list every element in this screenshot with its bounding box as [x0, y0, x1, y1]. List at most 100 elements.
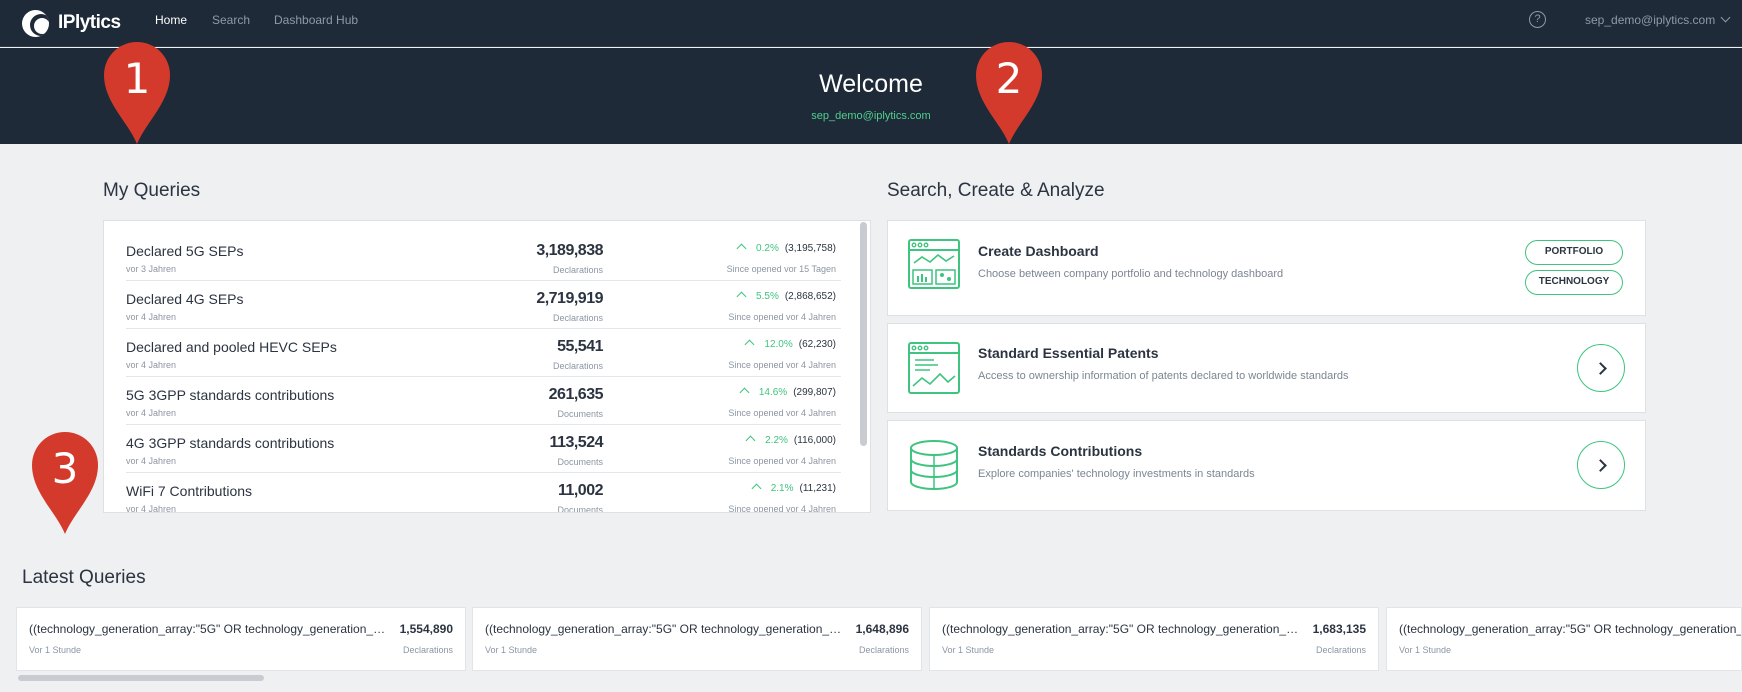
- latest-query-age: Vor 1 Stunde: [942, 645, 995, 655]
- standards-contributions-title: Standards Contributions: [978, 443, 1143, 459]
- query-trend: 0.2% (3,195,758): [736, 243, 836, 254]
- create-dashboard-title: Create Dashboard: [978, 243, 1099, 259]
- trend-percent: 5.5%: [756, 291, 779, 302]
- query-count: 261,635: [548, 386, 604, 403]
- latest-query-text: ((technology_generation_array:"5G" OR te…: [1399, 622, 1741, 636]
- nav-search[interactable]: Search: [212, 13, 250, 27]
- analyze-title: Search, Create & Analyze: [887, 180, 1105, 201]
- query-row[interactable]: WiFi 7 Contributions vor 4 Jahren 11,002…: [126, 473, 841, 513]
- latest-query-text: ((technology_generation_array:"5G" OR te…: [29, 622, 389, 636]
- marker-pin-2: 2: [974, 40, 1044, 146]
- my-queries-list: Declared 5G SEPs vor 3 Jahren 3,189,838 …: [103, 220, 871, 513]
- previous-count: (3,195,758): [784, 243, 836, 254]
- logo-mark-icon: [22, 9, 49, 37]
- standards-contributions-desc: Explore companies' technology investment…: [978, 468, 1255, 480]
- latest-query-card[interactable]: ((technology_generation_array:"5G" OR te…: [1386, 607, 1742, 671]
- query-age: vor 4 Jahren: [126, 456, 177, 466]
- brand-name: IPlytics: [58, 12, 121, 33]
- query-unit: Declarations: [552, 313, 603, 323]
- database-icon: [910, 440, 958, 490]
- portfolio-button[interactable]: PORTFOLIO: [1525, 240, 1623, 265]
- nav-dashboard-hub[interactable]: Dashboard Hub: [274, 13, 358, 27]
- query-since: Since opened vor 4 Jahren: [728, 504, 836, 513]
- previous-count: (11,231): [799, 483, 836, 494]
- query-unit: Documents: [557, 457, 603, 467]
- latest-query-age: Vor 1 Stunde: [29, 645, 82, 655]
- trend-up-icon: [739, 387, 750, 398]
- latest-query-card[interactable]: ((technology_generation_array:"5G" OR te…: [929, 607, 1379, 671]
- top-navigation: IPlytics Home Search Dashboard Hub ? sep…: [0, 0, 1742, 47]
- previous-count: (62,230): [798, 339, 836, 350]
- query-count: 2,719,919: [536, 290, 603, 307]
- query-name: 5G 3GPP standards contributions: [126, 387, 335, 403]
- sep-open-button[interactable]: [1577, 344, 1625, 392]
- latest-query-unit: Declarations: [858, 645, 909, 655]
- trend-percent: 0.2%: [756, 243, 779, 254]
- trend-percent: 12.0%: [764, 339, 793, 350]
- query-trend: 14.6% (299,807): [739, 387, 836, 398]
- marker-number: 3: [51, 444, 79, 493]
- dashboard-icon: [908, 239, 960, 289]
- latest-query-unit: Declarations: [1315, 645, 1366, 655]
- standards-contributions-card[interactable]: Standards Contributions Explore companie…: [887, 420, 1646, 511]
- latest-query-age: Vor 1 Stunde: [485, 645, 538, 655]
- latest-query-age: Vor 1 Stunde: [1399, 645, 1452, 655]
- query-count: 113,524: [549, 434, 604, 451]
- query-trend: 5.5% (2,868,652): [736, 291, 836, 302]
- marker-number: 1: [123, 54, 151, 103]
- latest-query-count: 1,683,135: [1312, 622, 1366, 636]
- query-since: Since opened vor 15 Tagen: [726, 264, 836, 274]
- query-row[interactable]: 5G 3GPP standards contributions vor 4 Ja…: [126, 377, 841, 425]
- latest-queries-title: Latest Queries: [22, 567, 146, 588]
- query-row[interactable]: 4G 3GPP standards contributions vor 4 Ja…: [126, 425, 841, 473]
- previous-count: (299,807): [793, 387, 836, 398]
- sep-card[interactable]: Standard Essential Patents Access to own…: [887, 323, 1646, 413]
- marker-pin-1: 1: [102, 40, 172, 146]
- query-row[interactable]: Declared 5G SEPs vor 3 Jahren 3,189,838 …: [126, 233, 841, 281]
- user-menu[interactable]: sep_demo@iplytics.com: [1585, 12, 1731, 27]
- query-row[interactable]: Declared 4G SEPs vor 4 Jahren 2,719,919 …: [126, 281, 841, 329]
- query-age: vor 3 Jahren: [126, 264, 177, 274]
- trend-percent: 14.6%: [758, 387, 788, 398]
- sep-title: Standard Essential Patents: [978, 345, 1159, 361]
- query-since: Since opened vor 4 Jahren: [728, 360, 836, 370]
- technology-button[interactable]: TECHNOLOGY: [1525, 270, 1623, 295]
- my-queries-title: My Queries: [103, 180, 201, 201]
- create-dashboard-card[interactable]: Create Dashboard Choose between company …: [887, 220, 1646, 316]
- trend-percent: 2.1%: [770, 483, 794, 494]
- query-unit: Declarations: [552, 361, 603, 371]
- query-name: Declared 4G SEPs: [126, 291, 244, 307]
- trend-up-icon: [745, 435, 756, 446]
- query-unit: Documents: [557, 409, 603, 419]
- queries-scrollbar[interactable]: [860, 222, 867, 446]
- latest-query-text: ((technology_generation_array:"5G" OR te…: [485, 622, 845, 636]
- latest-query-unit: Declarations: [402, 645, 453, 655]
- latest-queries-scrollbar[interactable]: [18, 675, 264, 681]
- marker-number: 2: [995, 54, 1023, 103]
- help-icon[interactable]: ?: [1529, 11, 1546, 28]
- query-row[interactable]: Declared and pooled HEVC SEPs vor 4 Jahr…: [126, 329, 841, 377]
- welcome-title: Welcome: [819, 70, 923, 98]
- query-unit: Documents: [557, 505, 603, 513]
- query-unit: Declarations: [552, 265, 603, 275]
- trend-up-icon: [736, 243, 747, 254]
- nav-home[interactable]: Home: [155, 13, 187, 27]
- brand-logo[interactable]: IPlytics: [22, 8, 121, 38]
- trend-up-icon: [744, 339, 755, 350]
- query-name: 4G 3GPP standards contributions: [126, 435, 335, 451]
- query-trend: 12.0% (62,230): [744, 339, 836, 350]
- query-since: Since opened vor 4 Jahren: [728, 456, 836, 466]
- trend-up-icon: [751, 483, 762, 494]
- standards-contributions-open-button[interactable]: [1577, 441, 1625, 489]
- create-dashboard-desc: Choose between company portfolio and tec…: [978, 268, 1284, 280]
- trend-up-icon: [736, 291, 747, 302]
- query-age: vor 4 Jahren: [126, 360, 177, 370]
- query-trend: 2.2% (116,000): [745, 435, 836, 446]
- patent-document-icon: [908, 342, 960, 394]
- latest-query-card[interactable]: ((technology_generation_array:"5G" OR te…: [472, 607, 922, 671]
- query-name: WiFi 7 Contributions: [126, 483, 253, 499]
- latest-query-card[interactable]: ((technology_generation_array:"5G" OR te…: [16, 607, 466, 671]
- query-trend: 2.1% (11,231): [751, 483, 836, 494]
- welcome-email: sep_demo@iplytics.com: [811, 110, 931, 122]
- latest-query-count: 1,648,896: [855, 622, 909, 636]
